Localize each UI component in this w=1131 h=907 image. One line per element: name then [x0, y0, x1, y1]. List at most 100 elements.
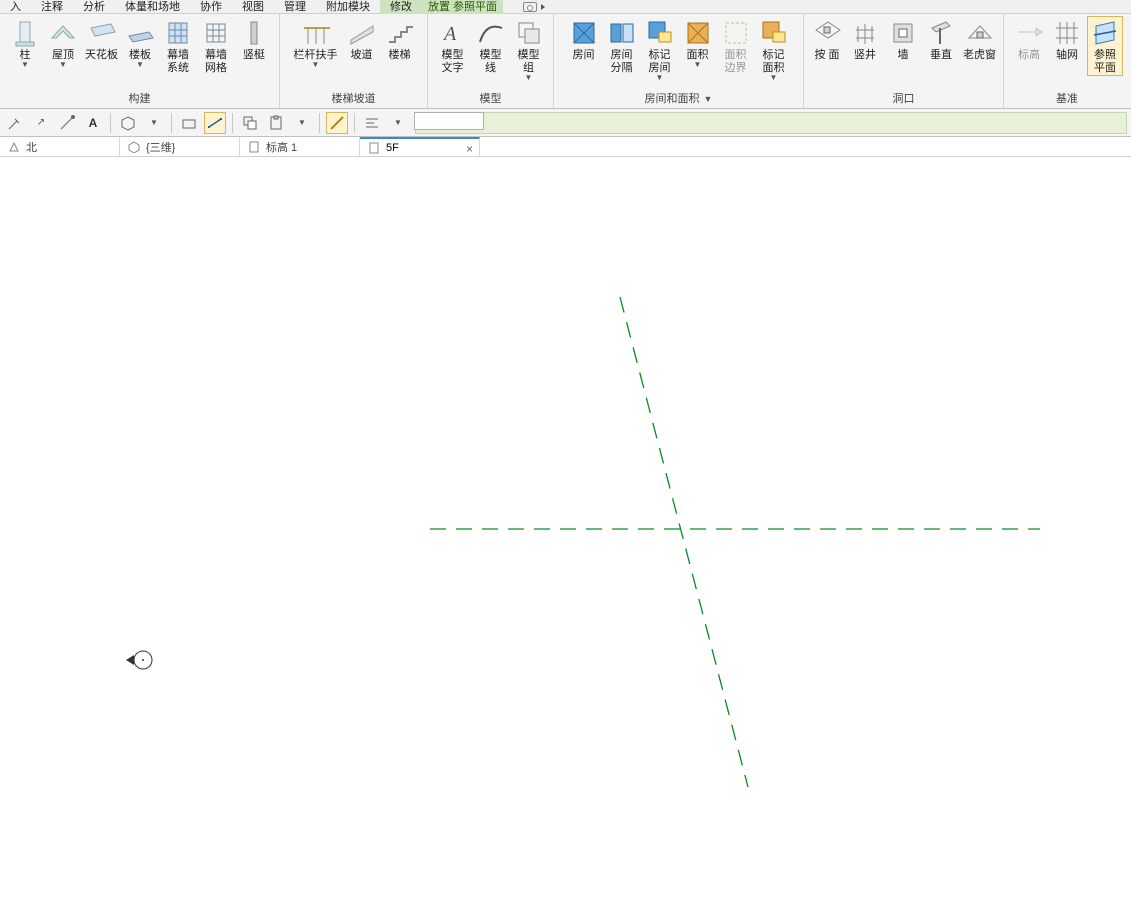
button-grid[interactable]: 轴网 — [1049, 16, 1085, 63]
tab-label: 北 — [26, 139, 37, 155]
option-3d[interactable] — [117, 112, 139, 134]
close-icon[interactable]: × — [466, 142, 473, 156]
option-align-drop[interactable]: ▼ — [387, 112, 409, 134]
button-column[interactable]: 柱 ▼ — [7, 16, 43, 70]
label: 老虎窗 — [963, 49, 996, 62]
button-tag-room[interactable]: 标记 房间 ▼ — [642, 16, 678, 83]
option-paste[interactable] — [265, 112, 287, 134]
tab-label: {三维} — [146, 139, 175, 155]
reference-plane-diagonal[interactable] — [620, 297, 748, 787]
ref-plane-icon — [1089, 17, 1121, 49]
label: 模型 线 — [475, 49, 507, 75]
panel-stairs: 栏杆扶手 ▼ 坡道 楼梯 楼梯坡道 — [280, 14, 428, 108]
option-pick[interactable] — [56, 112, 78, 134]
option-paste-drop[interactable]: ▼ — [291, 112, 313, 134]
main-menu-bar: 入 注释 分析 体量和场地 协作 视图 管理 附加模块 修改 放置 参照平面 — [0, 0, 1131, 14]
ceiling-icon — [86, 17, 118, 49]
button-curtain-system[interactable]: 幕墙 系统 — [160, 16, 196, 76]
label: 参照 平面 — [1089, 49, 1121, 75]
button-room-separator[interactable]: 房间 分隔 — [604, 16, 640, 76]
option-draw-line[interactable] — [204, 112, 226, 134]
record-icon[interactable] — [523, 2, 537, 12]
menu-analyze[interactable]: 分析 — [73, 0, 115, 14]
button-level: 标高 — [1011, 16, 1047, 63]
button-dormer[interactable]: 老虎窗 — [961, 16, 998, 63]
label: 标高 — [1018, 49, 1040, 62]
label: 竖梃 — [243, 49, 265, 62]
menu-manage[interactable]: 管理 — [274, 0, 316, 14]
label: 幕墙 网格 — [200, 49, 232, 75]
menu-view[interactable]: 视图 — [232, 0, 274, 14]
room-sep-icon — [606, 17, 638, 49]
expand-icon[interactable]: ▼ — [704, 94, 713, 104]
context-tab-place-refplane[interactable]: 放置 参照平面 — [422, 0, 503, 14]
button-area[interactable]: 面积 ▼ — [680, 16, 716, 70]
button-ceiling[interactable]: 天花板 — [83, 16, 120, 63]
button-floor[interactable]: 楼板 ▼ — [122, 16, 158, 70]
option-3d-drop[interactable]: ▼ — [143, 112, 165, 134]
menu-insert[interactable]: 入 — [0, 0, 31, 14]
ribbon: 柱 ▼ 屋顶 ▼ 天花板 楼板 ▼ — [0, 14, 1131, 109]
button-tag-area[interactable]: 标记 面积 ▼ — [756, 16, 792, 83]
button-model-group[interactable]: 模型 组 ▼ — [511, 16, 547, 83]
chevron-down-icon: ▼ — [59, 60, 67, 69]
stair-icon — [384, 17, 416, 49]
tab-5f[interactable]: 5F × — [360, 137, 480, 156]
button-room[interactable]: 房间 — [566, 16, 602, 63]
button-by-face[interactable]: 按 面 — [809, 16, 845, 63]
panel-room-area: 房间 房间 分隔 标记 房间 ▼ 面积 ▼ — [554, 14, 804, 108]
chevron-down-icon: ▼ — [21, 60, 29, 69]
area-boundary-icon — [720, 17, 752, 49]
menu-annotate[interactable]: 注释 — [31, 0, 73, 14]
option-align[interactable] — [361, 112, 383, 134]
tab-north[interactable]: 北 — [0, 137, 120, 156]
menu-collaborate[interactable]: 协作 — [190, 0, 232, 14]
panel-title: 模型 — [428, 89, 553, 108]
menu-addins[interactable]: 附加模块 — [316, 0, 380, 14]
drawing-canvas[interactable] — [0, 157, 1131, 907]
option-text-a[interactable]: A — [82, 112, 104, 134]
button-stair[interactable]: 楼梯 — [382, 16, 418, 63]
button-reference-plane[interactable]: 参照 平面 — [1087, 16, 1123, 76]
mullion-icon — [238, 17, 270, 49]
button-model-line[interactable]: 模型 线 — [473, 16, 509, 76]
chevron-down-icon: ▼ — [312, 60, 320, 69]
model-line-icon — [475, 17, 507, 49]
button-railing[interactable]: 栏杆扶手 ▼ — [290, 16, 342, 70]
option-plane[interactable] — [178, 112, 200, 134]
dropdown-icon[interactable] — [541, 4, 545, 10]
panel-model: A 模型 文字 模型 线 模型 组 ▼ 模型 — [428, 14, 554, 108]
tab-level1[interactable]: 标高 1 — [240, 137, 360, 156]
label: 模型 文字 — [437, 49, 469, 75]
option-copy[interactable] — [239, 112, 261, 134]
panel-title: 基准 — [1004, 89, 1130, 108]
option-constrain[interactable] — [326, 112, 348, 134]
label: 模型 组 — [513, 49, 545, 75]
option-modify[interactable] — [4, 112, 26, 134]
tab-3d[interactable]: {三维} — [120, 137, 240, 156]
button-ramp[interactable]: 坡道 — [344, 16, 380, 63]
label: 幕墙 系统 — [162, 49, 194, 75]
button-shaft[interactable]: 竖井 — [847, 16, 883, 63]
option-offset-input[interactable] — [414, 112, 484, 130]
tag-area-icon — [758, 17, 790, 49]
menu-modify[interactable]: 修改 — [380, 0, 422, 14]
room-icon — [568, 17, 600, 49]
button-curtain-grid[interactable]: 幕墙 网格 — [198, 16, 234, 76]
panel-title: 构建 — [0, 89, 279, 108]
button-roof[interactable]: 屋顶 ▼ — [45, 16, 81, 70]
elevation-marker[interactable] — [126, 651, 152, 669]
dormer-icon — [964, 17, 996, 49]
sheet-icon — [248, 141, 260, 153]
option-drag[interactable]: ↗ — [30, 112, 52, 134]
curtain-grid-icon — [200, 17, 232, 49]
button-vertical[interactable]: 垂直 — [923, 16, 959, 63]
separator — [354, 113, 355, 133]
model-text-icon: A — [437, 17, 469, 49]
sheet-icon — [368, 142, 380, 154]
menu-massing[interactable]: 体量和场地 — [115, 0, 190, 14]
chevron-down-icon: ▼ — [694, 60, 702, 69]
button-model-text[interactable]: A 模型 文字 — [435, 16, 471, 76]
button-mullion[interactable]: 竖梃 — [236, 16, 272, 63]
button-wall-opening[interactable]: 墙 — [885, 16, 921, 63]
